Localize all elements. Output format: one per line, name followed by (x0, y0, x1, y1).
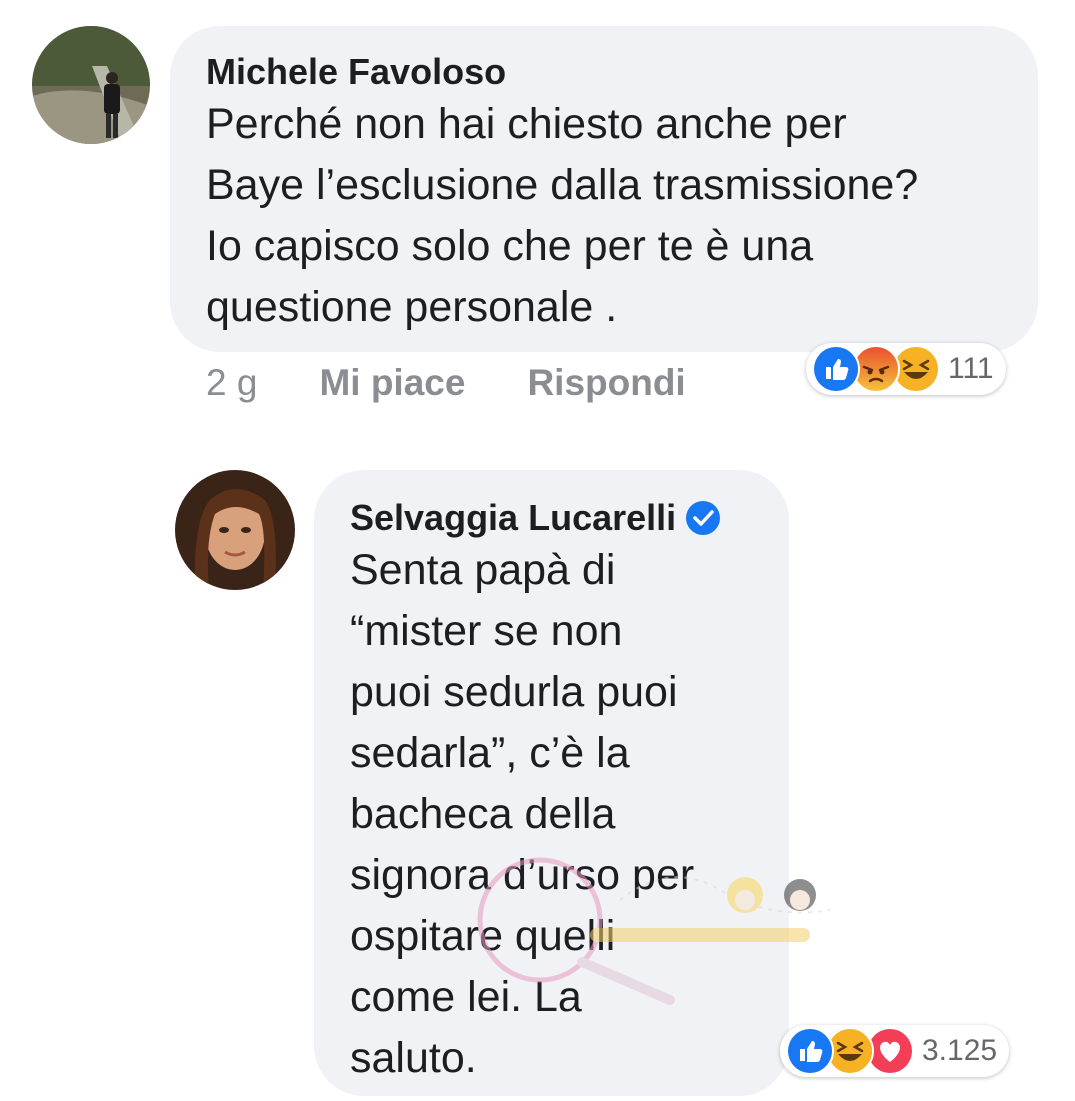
reply-line: saluto. (350, 1034, 477, 1082)
avatar-selvaggia[interactable] (175, 470, 295, 590)
reactions-summary[interactable]: 111 (806, 343, 1006, 395)
comment-meta: 2 g Mi piace Rispondi (206, 362, 686, 404)
reply-line: come lei. La (350, 973, 582, 1021)
reply-line: ospitare quelli (350, 912, 616, 960)
verified-badge-icon (686, 501, 721, 535)
reply-author[interactable]: Selvaggia Lucarelli (350, 498, 676, 538)
like-icon (786, 1027, 834, 1075)
comment-timestamp[interactable]: 2 g (206, 362, 257, 404)
reply-reactions-summary[interactable]: 3.125 (780, 1025, 1010, 1077)
reply-line: Senta papà di (350, 546, 616, 594)
avatar-michele[interactable] (32, 26, 150, 144)
comment-line: Perché non hai chiesto anche per (206, 100, 847, 148)
reply-button[interactable]: Rispondi (527, 362, 685, 404)
comment-author[interactable]: Michele Favoloso (206, 52, 918, 92)
comment-line: Baye l’esclusione dalla trasmissione? (206, 161, 919, 209)
reply-line: “mister se non (350, 607, 623, 655)
comment-text: Perché non hai chiesto anche per Baye l’… (206, 94, 918, 338)
reply-line: bacheca della (350, 790, 616, 838)
reaction-count: 111 (948, 352, 994, 385)
comment-line: questione personale . (206, 283, 618, 331)
like-icon (812, 345, 860, 393)
reply-text: Senta papà di “mister se non puoi sedurl… (350, 540, 720, 1089)
reaction-count: 3.125 (922, 1034, 998, 1067)
reply-line: puoi sedurla puoi (350, 668, 678, 716)
reply-line: sedarla”, c’è la (350, 729, 630, 777)
comment-bubble: Michele Favoloso Perché non hai chiesto … (170, 26, 1038, 352)
comment-line: Io capisco solo che per te è una (206, 222, 814, 270)
like-button[interactable]: Mi piace (319, 362, 465, 404)
reply-bubble: Selvaggia Lucarelli Senta papà di “miste… (314, 470, 789, 1096)
reply-line: signora d’urso per (350, 851, 695, 899)
